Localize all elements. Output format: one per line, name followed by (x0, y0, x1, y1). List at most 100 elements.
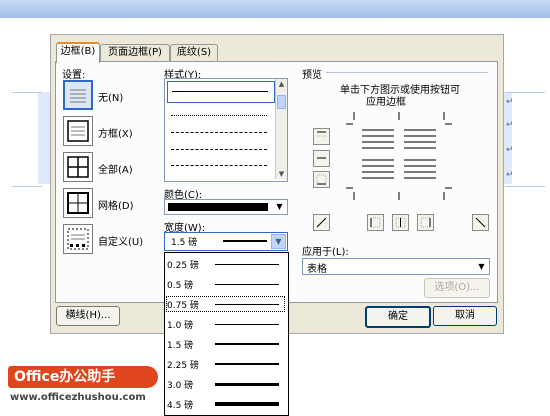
style-option-solid-selected[interactable] (167, 81, 275, 103)
bottom-border-button[interactable] (313, 171, 330, 188)
border-inside-vertical-icon (395, 217, 406, 228)
width-option-highlighted[interactable]: 0.75 磅 (165, 295, 286, 313)
solid-line-sample (172, 91, 268, 92)
diagonal-down-border-button[interactable] (313, 214, 330, 231)
setting-custom-icon (67, 228, 89, 250)
border-preview-canvas[interactable] (340, 112, 458, 200)
diagonal-up-border-button[interactable] (472, 214, 489, 231)
tab-shading[interactable]: 底纹(S) (170, 44, 218, 61)
scroll-thumb[interactable] (277, 95, 286, 109)
setting-box-icon (67, 120, 89, 142)
left-border-button[interactable] (367, 214, 384, 231)
setting-all-icon (67, 156, 89, 178)
setting-none-label: 无(N) (98, 93, 124, 104)
scroll-up-icon[interactable]: ▲ (276, 79, 287, 89)
setting-grid-button[interactable] (63, 188, 93, 218)
width-option[interactable]: 1.0 磅 (165, 315, 286, 333)
inside-horizontal-border-button[interactable] (313, 150, 330, 167)
width-value: 1.5 磅 (171, 238, 198, 248)
width-option[interactable]: 0.5 磅 (165, 275, 286, 293)
ok-button[interactable]: 确定 (365, 306, 431, 328)
options-button[interactable]: 选项(O)... (424, 278, 490, 298)
chevron-down-icon[interactable]: ▼ (273, 200, 286, 214)
width-option-sample (215, 343, 279, 345)
width-option-label: 0.75 磅 (167, 301, 199, 311)
paragraph-mark-icon: ↵ (506, 97, 514, 107)
width-option-sample (215, 264, 279, 265)
setting-box-label: 方框(X) (98, 129, 133, 140)
width-option-label: 0.25 磅 (167, 261, 199, 271)
width-option-sample (215, 304, 279, 305)
width-option[interactable]: 0.25 磅 (165, 255, 286, 273)
style-option-fine-dash[interactable] (171, 132, 267, 133)
width-option-sample (215, 324, 279, 325)
preview-title: 预览 (302, 70, 322, 81)
width-option-label: 3.0 磅 (167, 381, 194, 391)
border-inside-horizontal-icon (317, 157, 326, 159)
setting-all-button[interactable] (63, 152, 93, 182)
style-scrollbar[interactable]: ▲ ▼ (275, 79, 287, 179)
scroll-down-icon[interactable]: ▼ (276, 169, 287, 179)
color-combo[interactable]: ▼ (164, 199, 288, 215)
word-title-bar (0, 0, 550, 18)
diagonal-up-icon (475, 217, 486, 228)
setting-box-button[interactable] (63, 116, 93, 146)
width-option-label: 1.0 磅 (167, 321, 194, 331)
inside-vertical-border-button[interactable] (392, 214, 409, 231)
style-option-dotted[interactable] (171, 115, 267, 116)
width-option-label: 1.5 磅 (167, 341, 194, 351)
border-right-icon (420, 217, 431, 228)
width-option-sample (215, 402, 279, 406)
width-option-label: 0.5 磅 (167, 281, 194, 291)
setting-custom-label: 自定义(U) (98, 237, 144, 248)
apply-to-select[interactable]: 表格 ▼ (302, 258, 490, 275)
width-value-sample (223, 240, 267, 242)
border-bottom-icon (316, 174, 327, 185)
settings-title: 设置: (62, 70, 86, 81)
border-top-icon (317, 131, 326, 137)
top-border-button[interactable] (313, 128, 330, 145)
setting-custom-button[interactable] (63, 224, 93, 254)
setting-grid-label: 网格(D) (98, 201, 134, 212)
width-option-sample (215, 284, 279, 285)
width-option[interactable]: 1.5 磅 (165, 335, 286, 353)
width-option[interactable]: 2.25 磅 (165, 355, 286, 373)
cancel-button[interactable]: 取消 (433, 306, 497, 326)
preview-separator (326, 72, 488, 73)
diagonal-down-icon (316, 217, 327, 228)
width-option[interactable]: 3.0 磅 (165, 375, 286, 393)
setting-none-icon (70, 89, 86, 103)
width-option[interactable]: 4.5 磅 (165, 395, 286, 413)
paragraph-mark-icon: ↵ (506, 145, 514, 155)
setting-none-button[interactable] (63, 80, 93, 110)
width-option-label: 4.5 磅 (167, 401, 194, 411)
paragraph-mark-icon: ↵ (506, 170, 514, 180)
setting-grid-icon (67, 192, 89, 214)
preview-instruction-2: 应用边框 (366, 97, 406, 108)
table-preview-graphic (346, 112, 452, 200)
color-swatch (168, 203, 268, 211)
brand-watermark: Office办公助手 (8, 366, 158, 388)
horizontal-line-button[interactable]: 横线(H)... (56, 306, 120, 326)
width-option-label: 2.25 磅 (167, 361, 199, 371)
border-left-icon (370, 217, 381, 228)
style-option-dash[interactable] (171, 149, 267, 150)
document-line (505, 92, 545, 93)
width-option-sample (215, 363, 279, 365)
width-combo[interactable]: 1.5 磅 ▼ (164, 232, 288, 251)
document-line (12, 92, 42, 93)
style-option-dash-dot[interactable] (171, 165, 267, 166)
brand-url: www.officezhushou.com (10, 392, 146, 403)
paragraph-mark-icon: ↵ (506, 120, 514, 130)
apply-to-label: 应用于(L): (302, 247, 349, 258)
tab-borders[interactable]: 边框(B) (56, 42, 100, 63)
chevron-down-icon[interactable]: ▼ (271, 234, 286, 249)
chevron-down-icon[interactable]: ▼ (475, 259, 488, 274)
right-border-button[interactable] (417, 214, 434, 231)
width-dropdown-list[interactable]: 0.25 磅 0.5 磅 0.75 磅 1.0 磅 1.5 磅 2.25 磅 3… (164, 252, 289, 416)
line-style-listbox[interactable]: ▲ ▼ (164, 78, 288, 182)
apply-to-value: 表格 (307, 264, 327, 275)
setting-all-label: 全部(A) (98, 165, 133, 176)
tab-page-border[interactable]: 页面边框(P) (100, 44, 170, 61)
document-line (505, 186, 545, 187)
